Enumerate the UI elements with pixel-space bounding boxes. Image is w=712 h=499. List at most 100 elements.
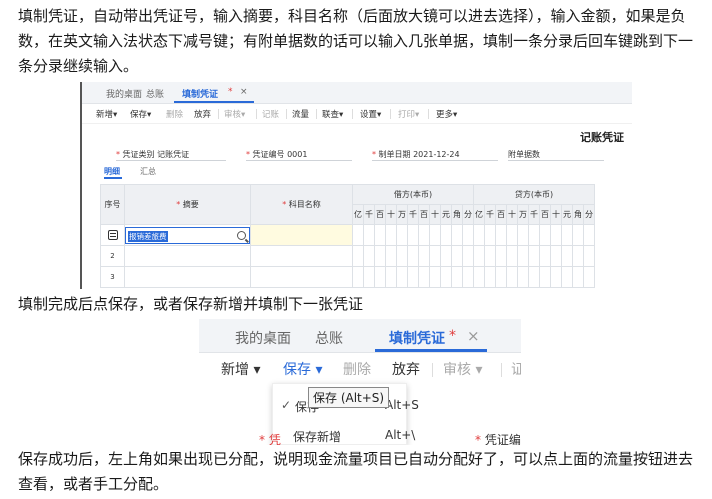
delete-button[interactable]: 删除 <box>343 359 371 379</box>
voucher-type-field[interactable]: * 凭证类别 记账凭证 <box>116 149 189 160</box>
summary-cell[interactable]: 报销差旅费 <box>124 224 251 246</box>
settings-button[interactable]: 设置▾ <box>360 108 381 120</box>
paragraph-after-save: 保存成功后，左上角如果出现已分配，说明现金流量项目已自动分配好了，可以点上面的流… <box>18 450 694 493</box>
digit-header: 万 <box>517 204 529 225</box>
field-underline <box>246 160 352 161</box>
discard-button[interactable]: 放弃 <box>392 359 420 379</box>
summary-text: 报销差旅费 <box>128 230 168 242</box>
attachments-field[interactable]: 附单据数 <box>508 149 540 160</box>
discard-button[interactable]: 放弃 <box>194 108 211 120</box>
column-header-summary: * 摘要 <box>124 184 251 225</box>
digit-header: 分 <box>462 204 474 225</box>
tab-desktop[interactable]: 我的桌面 <box>106 87 142 100</box>
new-button[interactable]: 新增▾ <box>96 108 117 120</box>
delete-button[interactable]: 删除 <box>166 108 183 120</box>
save-button[interactable]: 保存▾ <box>130 108 151 120</box>
toolbar-divider <box>352 109 353 119</box>
digit-header: 千 <box>363 204 375 225</box>
tab-general-ledger[interactable]: 总账 <box>315 328 343 348</box>
field-underline <box>508 160 604 161</box>
digit-header: 分 <box>583 204 595 225</box>
shortcut-save: Alt+S <box>385 398 419 412</box>
toolbar-divider <box>432 363 433 377</box>
save-button[interactable]: 保存 ▾ <box>283 359 322 379</box>
column-header-account: * 科目名称 <box>250 184 353 225</box>
voucher-number-field[interactable]: * 凭证编号 0001 <box>246 149 307 160</box>
field-label-fragment: * 凭证编 <box>475 433 521 445</box>
new-button[interactable]: 新增 ▾ <box>221 359 260 379</box>
column-header-seq: 序号 <box>100 184 125 225</box>
post-button[interactable]: 记账 <box>262 108 279 120</box>
digit-header: 千 <box>528 204 540 225</box>
digit-header: 十 <box>506 204 518 225</box>
tab-fill-voucher[interactable]: 填制凭证 <box>182 87 218 100</box>
shortcut-save-and-new: Alt+\ <box>385 428 416 442</box>
paragraph-instructions: 填制凭证，自动带出凭证号，输入摘要，科目名称（后面放大镜可以进去选择），输入金额… <box>18 7 694 75</box>
tab-modified-marker: * <box>449 328 456 344</box>
voucher-date-field[interactable]: * 制单日期 2021-12-24 <box>372 149 460 160</box>
field-underline <box>372 160 498 161</box>
tab-bar: 我的桌面 总账 填制凭证 * × <box>199 319 521 353</box>
digit-header: 千 <box>407 204 419 225</box>
account-cell[interactable] <box>250 224 353 246</box>
summary-input[interactable]: 报销差旅费 <box>125 226 250 244</box>
save-tooltip: 保存 (Alt+S) <box>308 387 390 408</box>
audit-button[interactable]: 审核▾ <box>224 108 245 120</box>
voucher-entry-table: 序号 * 摘要 * 科目名称 借方(本币) 贷方(本币) 亿 千 百 十 万 千… <box>100 184 595 288</box>
toolbar-divider <box>218 109 219 119</box>
checkmark-icon: ✓ <box>281 398 292 412</box>
paragraph-save-instructions: 填制完成后点保存，或者保存新增并填制下一张凭证 <box>18 295 364 313</box>
table-row: 2 <box>100 245 595 267</box>
column-header-debit: 借方(本币) <box>352 184 474 205</box>
query-button[interactable]: 联查▾ <box>322 108 343 120</box>
menu-item-save-and-new[interactable]: 保存新增 <box>293 428 341 445</box>
insert-row-icon[interactable] <box>100 224 125 246</box>
toolbar-divider <box>286 109 287 119</box>
row-number: 2 <box>100 245 125 267</box>
screenshot-save-menu: 我的桌面 总账 填制凭证 * × 新增 ▾ 保存 ▾ 删除 放弃 审核 ▾ 证 … <box>199 319 521 445</box>
tab-summary[interactable]: 汇总 <box>140 166 156 177</box>
tab-modified-marker: * <box>228 87 233 97</box>
summary-cell[interactable] <box>124 266 251 288</box>
digit-header: 十 <box>550 204 562 225</box>
digit-header: 百 <box>374 204 386 225</box>
tab-general-ledger[interactable]: 总账 <box>146 87 164 100</box>
active-tab-indicator <box>174 101 254 103</box>
audit-button[interactable]: 审核 ▾ <box>443 359 482 379</box>
voucher-title: 记账凭证 <box>580 131 624 144</box>
print-button[interactable]: 打印▾ <box>398 108 419 120</box>
post-button-partial[interactable]: 证 <box>511 359 521 379</box>
tab-desktop[interactable]: 我的桌面 <box>235 328 291 348</box>
digit-header: 十 <box>429 204 441 225</box>
more-button[interactable]: 更多▾ <box>436 108 457 120</box>
account-cell[interactable] <box>250 266 353 288</box>
tab-bar: 我的桌面 总账 填制凭证 * × <box>82 82 632 104</box>
tab-detail[interactable]: 明细 <box>104 166 120 177</box>
toolbar-divider <box>428 109 429 119</box>
column-header-credit: 贷方(本币) <box>473 184 595 205</box>
table-row: 3 <box>100 266 595 288</box>
toolbar-divider <box>256 109 257 119</box>
active-tab-indicator <box>375 349 487 352</box>
tab-fill-voucher[interactable]: 填制凭证 <box>389 328 445 348</box>
close-icon[interactable]: × <box>467 327 480 345</box>
digit-header: 百 <box>495 204 507 225</box>
toolbar-divider <box>390 109 391 119</box>
digit-header: 十 <box>385 204 397 225</box>
field-label-fragment: * 凭 <box>259 433 281 445</box>
cashflow-button[interactable]: 流量 <box>292 108 309 120</box>
digit-header: 千 <box>484 204 496 225</box>
digit-header: 元 <box>561 204 573 225</box>
summary-cell[interactable] <box>124 245 251 267</box>
toolbar: 新增 ▾ 保存 ▾ 删除 放弃 审核 ▾ 证 <box>199 353 521 383</box>
row-number: 3 <box>100 266 125 288</box>
toolbar: 新增▾ 保存▾ 删除 放弃 审核▾ 记账 流量 联查▾ 设置▾ 打印▾ 更多▾ <box>82 104 632 124</box>
toolbar-divider <box>501 363 502 377</box>
search-icon[interactable] <box>237 230 246 240</box>
digit-header: 亿 <box>473 204 485 225</box>
close-icon[interactable]: × <box>240 87 248 97</box>
digit-header: 角 <box>572 204 584 225</box>
digit-header: 元 <box>440 204 452 225</box>
account-cell[interactable] <box>250 245 353 267</box>
digit-header: 亿 <box>352 204 364 225</box>
